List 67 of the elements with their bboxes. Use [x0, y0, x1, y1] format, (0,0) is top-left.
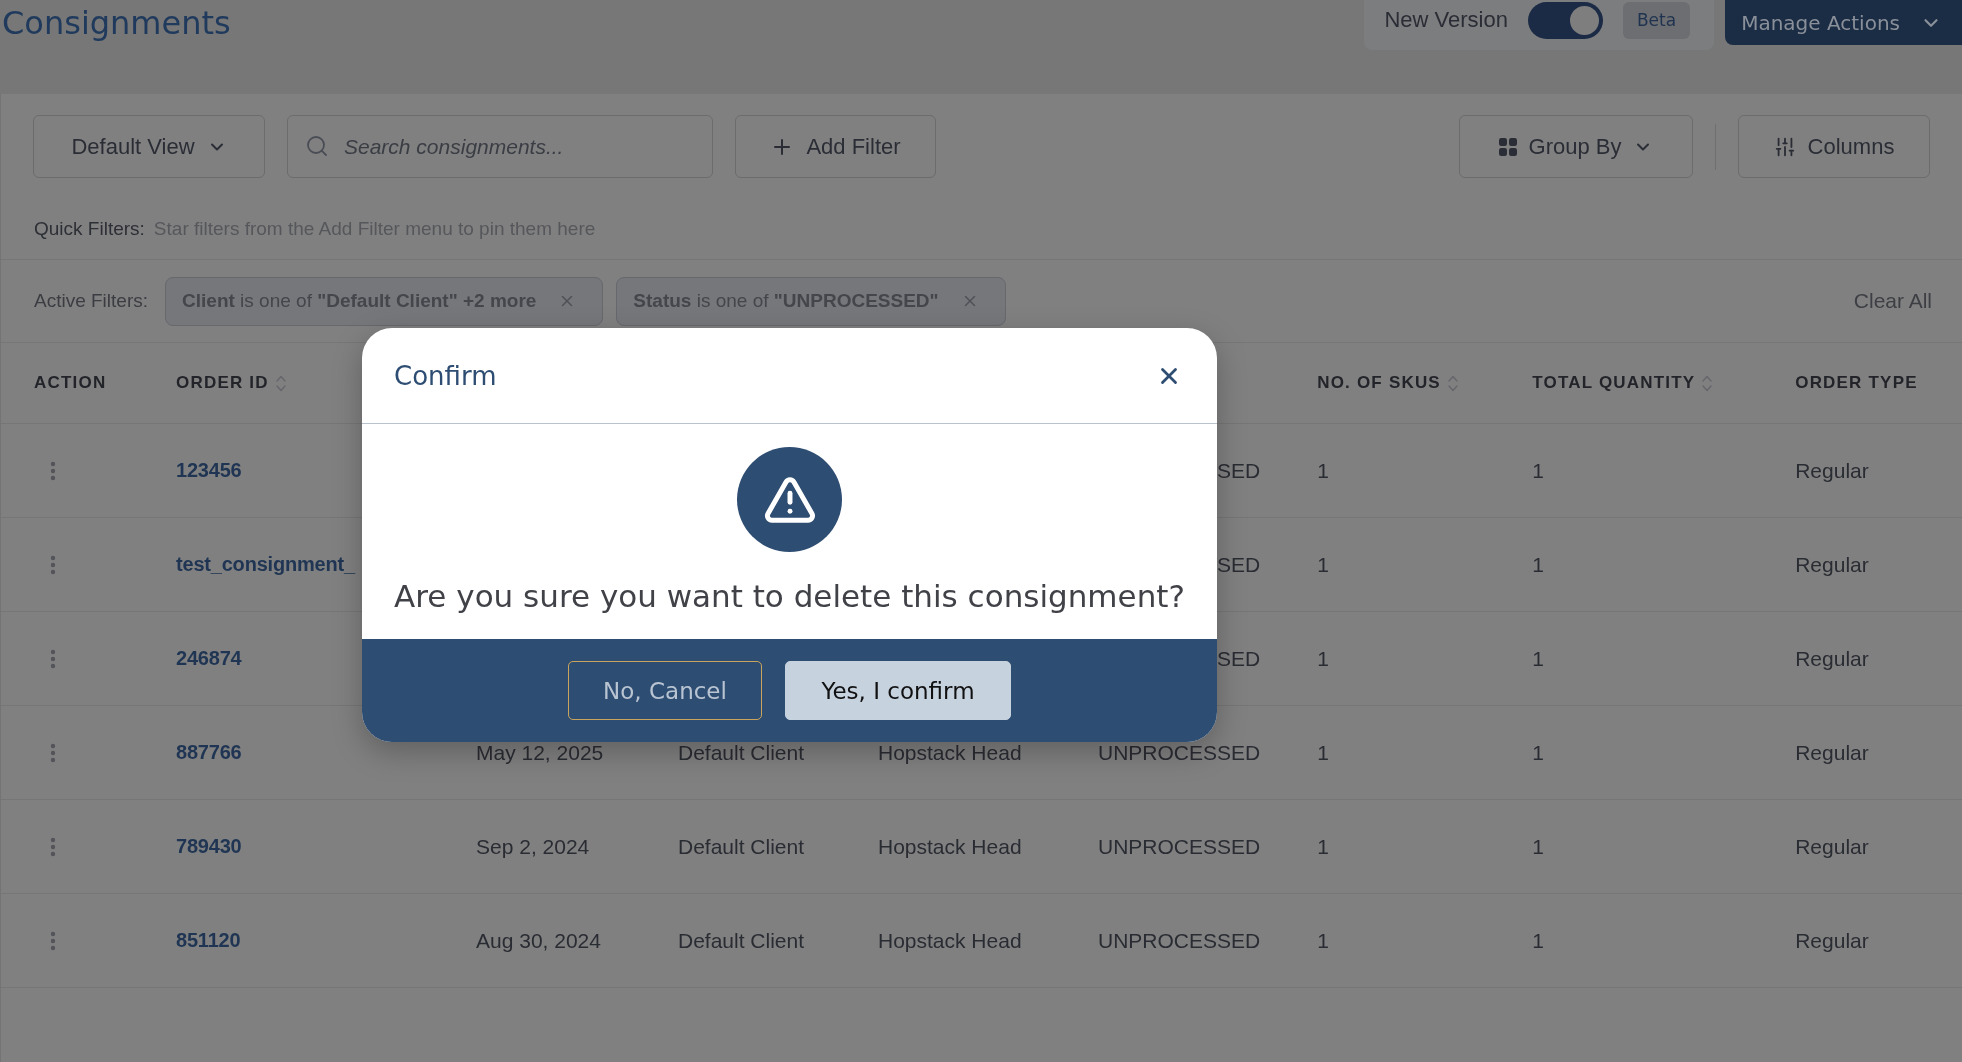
order-type-text: Regular [1795, 928, 1869, 953]
date-text: May 12, 2025 [476, 740, 604, 765]
sku-count: 1 [1317, 928, 1329, 953]
order-type-text: Regular [1795, 552, 1869, 577]
client-text: Default Client [678, 928, 805, 953]
status-text: SED [1217, 552, 1261, 577]
columns-button[interactable]: Columns [1738, 115, 1930, 178]
quick-filters-label: Quick Filters: [34, 217, 145, 241]
add-filter-button[interactable]: Add Filter [735, 115, 936, 178]
sort-icon[interactable] [1447, 374, 1458, 392]
order-type-text: Regular [1795, 458, 1869, 483]
beta-tag: Beta [1622, 1, 1691, 39]
sort-icon[interactable] [275, 374, 286, 392]
quantity-text: 1 [1532, 834, 1544, 859]
quantity-text: 1 [1532, 646, 1544, 671]
date-text: Sep 2, 2024 [476, 834, 590, 859]
dialog-title: Confirm [394, 360, 497, 391]
sku-count: 1 [1317, 834, 1329, 859]
column-header[interactable]: ORDER ID [176, 373, 286, 393]
grid-icon [1498, 137, 1517, 156]
status-text: SED [1217, 646, 1261, 671]
date-text: Aug 30, 2024 [476, 928, 601, 953]
version-label: New Version [1384, 7, 1508, 33]
order-id-link[interactable]: 789430 [176, 835, 242, 858]
sliders-icon [1773, 135, 1796, 158]
order-id-link[interactable]: 123456 [176, 459, 242, 482]
toggle-switch[interactable] [1527, 1, 1603, 39]
order-id-link[interactable]: 246874 [176, 647, 242, 670]
dialog-message: Are you sure you want to delete this consignment? [394, 577, 1185, 616]
column-header: ORDER TYPE [1795, 373, 1918, 393]
client-text: Default Client [678, 740, 805, 765]
status-text: UNPROCESSED [1098, 740, 1261, 765]
client-text: Default Client [678, 834, 805, 859]
cancel-button[interactable]: No, Cancel [568, 661, 762, 720]
sku-count: 1 [1317, 740, 1329, 765]
sku-count: 1 [1317, 552, 1329, 577]
view-dropdown[interactable]: Default View [33, 115, 265, 178]
quantity-text: 1 [1532, 740, 1544, 765]
active-filters-label: Active Filters: [34, 290, 149, 312]
manage-actions-button[interactable]: Manage Actions [1725, 0, 1962, 45]
column-header[interactable]: NO. OF SKUS [1317, 373, 1458, 393]
order-id-link[interactable]: test_consignment_ [176, 553, 355, 576]
group-by-dropdown[interactable]: Group By [1459, 115, 1693, 178]
sku-count: 1 [1317, 646, 1329, 671]
order-type-text: Regular [1795, 834, 1869, 859]
column-header: ACTION [34, 373, 107, 393]
confirm-button[interactable]: Yes, I confirm [785, 661, 1011, 720]
clear-all-button[interactable]: Clear All [1853, 289, 1932, 313]
status-text: UNPROCESSED [1098, 834, 1261, 859]
search-field[interactable]: Search consignments... [287, 115, 713, 178]
column-header[interactable]: TOTAL QUANTITY [1532, 373, 1713, 393]
order-type-text: Regular [1795, 740, 1869, 765]
quantity-text: 1 [1532, 552, 1544, 577]
warehouse-text: Hopstack Head [878, 834, 1022, 859]
order-type-text: Regular [1795, 646, 1869, 671]
sku-count: 1 [1317, 458, 1329, 483]
warehouse-text: Hopstack Head [878, 928, 1022, 953]
status-text: SED [1217, 458, 1261, 483]
warehouse-text: Hopstack Head [878, 740, 1022, 765]
page-title: Consignments [1, 3, 231, 44]
order-id-link[interactable]: 851120 [176, 929, 241, 952]
status-text: UNPROCESSED [1098, 928, 1261, 953]
search-icon [305, 134, 329, 158]
order-id-link[interactable]: 887766 [176, 741, 242, 764]
quantity-text: 1 [1532, 928, 1544, 953]
sort-icon[interactable] [1702, 374, 1713, 392]
quantity-text: 1 [1532, 458, 1544, 483]
